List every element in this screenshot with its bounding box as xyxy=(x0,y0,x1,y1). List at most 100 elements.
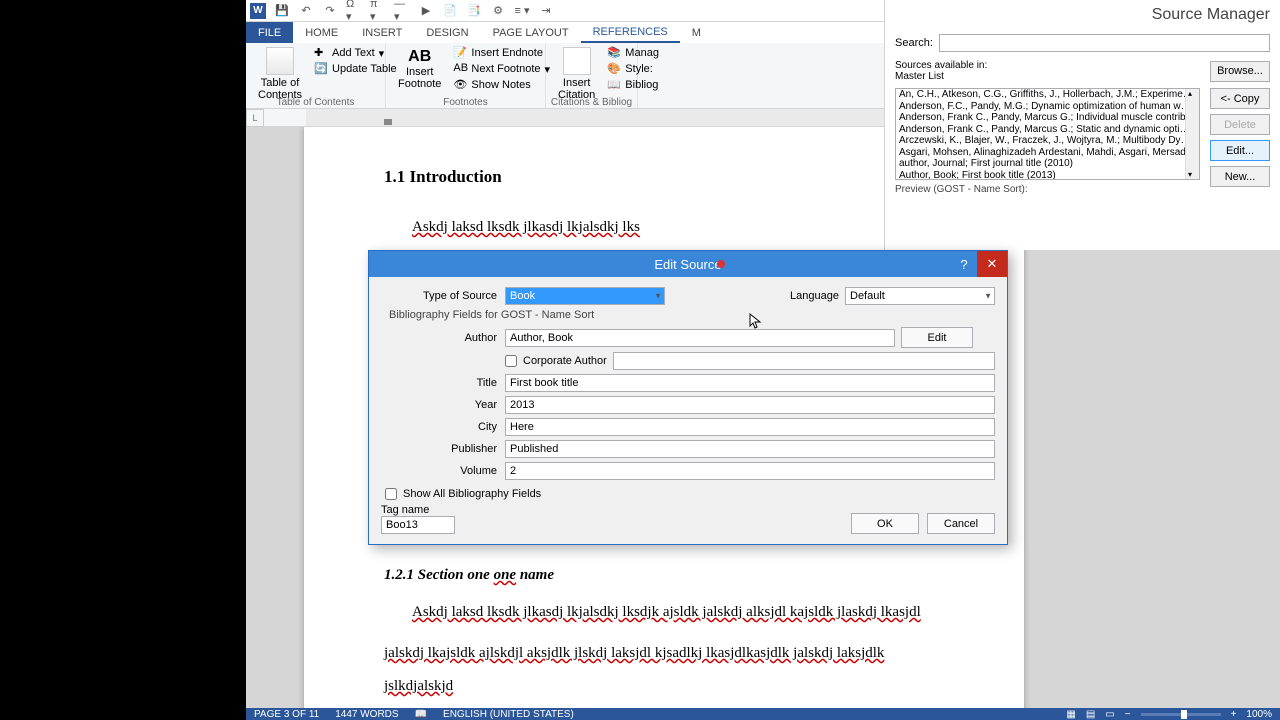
biblio-icon: 📖 xyxy=(607,78,621,92)
dialog-title-bar[interactable]: Edit Source ? ✕ xyxy=(369,251,1007,277)
style-icon: 🎨 xyxy=(607,62,621,76)
qat-doc-icon[interactable]: 📄 xyxy=(442,3,458,19)
list-item[interactable]: An, C.H., Atkeson, C.G., Griffiths, J., … xyxy=(896,89,1199,101)
qat-pi-icon[interactable]: π ▾ xyxy=(370,3,386,19)
bibliography-button[interactable]: 📖Bibliog xyxy=(605,77,661,93)
year-input[interactable] xyxy=(505,396,995,414)
undo-icon[interactable]: ↶ xyxy=(298,3,314,19)
corporate-author-checkbox[interactable] xyxy=(505,355,517,367)
recording-dot-icon xyxy=(717,260,725,268)
status-bar: PAGE 3 OF 11 1447 WORDS 📖 ENGLISH (UNITE… xyxy=(246,708,1280,720)
list-item[interactable]: Anderson, Frank C., Pandy, Marcus G.; St… xyxy=(896,124,1199,136)
tab-references[interactable]: REFERENCES xyxy=(581,22,680,43)
year-label: Year xyxy=(381,399,499,411)
edit-author-button[interactable]: Edit xyxy=(901,327,973,348)
show-all-fields-checkbox[interactable] xyxy=(385,488,397,500)
publisher-input[interactable] xyxy=(505,440,995,458)
dialog-title-text: Edit Source xyxy=(654,257,721,272)
qat-more-icon[interactable]: Ω ▾ xyxy=(346,3,362,19)
qat-sep-icon[interactable]: — ▾ xyxy=(394,3,410,19)
manage-sources-button[interactable]: 📚Manag xyxy=(605,45,661,61)
group-toc: Table of Contents ✚Add Text▾ 🔄Update Tab… xyxy=(246,43,386,108)
list-item[interactable]: Asgari, Mohsen, Alinaghizadeh Ardestani,… xyxy=(896,147,1199,159)
bibliography-fields-label: Bibliography Fields for GOST - Name Sort xyxy=(389,309,995,321)
title-input[interactable] xyxy=(505,374,995,392)
redo-icon[interactable]: ↷ xyxy=(322,3,338,19)
new-button[interactable]: New... xyxy=(1210,166,1270,187)
qat-play-icon[interactable]: ▶ xyxy=(418,3,434,19)
tag-name-input[interactable] xyxy=(381,516,455,534)
zoom-in-icon[interactable]: + xyxy=(1231,709,1237,720)
volume-input[interactable] xyxy=(505,462,995,480)
master-list-label: Master List xyxy=(895,71,987,82)
insert-citation-button[interactable]: Insert Citation xyxy=(552,45,601,103)
browse-button[interactable]: Browse... xyxy=(1210,61,1270,82)
city-input[interactable] xyxy=(505,418,995,436)
list-item[interactable]: author, Journal; First journal title (20… xyxy=(896,158,1199,170)
group-label-toc: Table of Contents xyxy=(246,97,385,108)
author-input[interactable] xyxy=(505,329,895,347)
show-all-fields-label: Show All Bibliography Fields xyxy=(403,488,541,500)
source-manager-panel: Source Manager Search: Sources available… xyxy=(884,0,1280,250)
status-language[interactable]: ENGLISH (UNITED STATES) xyxy=(443,709,574,720)
help-button[interactable]: ? xyxy=(951,251,977,277)
add-text-icon: ✚ xyxy=(314,46,328,60)
qat-cfg-icon[interactable]: ⚙ xyxy=(490,3,506,19)
show-notes-button[interactable]: 👁Show Notes xyxy=(451,77,552,93)
tab-file[interactable]: FILE xyxy=(246,22,293,43)
next-footnote-button[interactable]: ABNext Footnote▾ xyxy=(451,61,552,77)
insert-footnote-button[interactable]: AB Insert Footnote xyxy=(392,45,447,93)
tab-mailings[interactable]: M xyxy=(680,22,713,43)
view-read-icon[interactable]: ▦ xyxy=(1066,709,1075,720)
save-icon[interactable]: 💾 xyxy=(274,3,290,19)
ruler-corner: L xyxy=(246,109,264,127)
qat-doc2-icon[interactable]: 📑 xyxy=(466,3,482,19)
chevron-down-icon: ▼ xyxy=(984,292,992,301)
para-4: jalskdj lkajsldk ajlskdjl aksjdlk jlskdj… xyxy=(384,637,944,703)
status-words[interactable]: 1447 WORDS xyxy=(335,709,398,720)
edit-button[interactable]: Edit... xyxy=(1210,140,1270,161)
style-button[interactable]: 🎨Style: xyxy=(605,61,661,77)
tab-insert[interactable]: INSERT xyxy=(350,22,414,43)
list-item[interactable]: Anderson, F.C., Pandy, M.G.; Dynamic opt… xyxy=(896,101,1199,113)
group-label-fn: Footnotes xyxy=(386,97,545,108)
status-page[interactable]: PAGE 3 OF 11 xyxy=(254,709,319,720)
toc-button[interactable]: Table of Contents xyxy=(252,45,308,103)
update-icon: 🔄 xyxy=(314,62,328,76)
qat-indent-icon[interactable]: ⇥ xyxy=(538,3,554,19)
qat-lines-icon[interactable]: ≡ ▾ xyxy=(514,3,530,19)
list-item[interactable]: Arczewski, K., Blajer, W., Fraczek, J., … xyxy=(896,135,1199,147)
manage-icon: 📚 xyxy=(607,46,621,60)
tab-page-layout[interactable]: PAGE LAYOUT xyxy=(481,22,581,43)
proofing-icon[interactable]: 📖 xyxy=(415,709,427,720)
city-label: City xyxy=(381,421,499,433)
close-button[interactable]: ✕ xyxy=(977,251,1007,277)
group-label-cite: Citations & Bibliog xyxy=(546,97,637,108)
ok-button[interactable]: OK xyxy=(851,513,919,534)
corporate-author-label: Corporate Author xyxy=(523,355,607,367)
type-of-source-select[interactable]: Book▼ xyxy=(505,287,665,305)
source-list[interactable]: An, C.H., Atkeson, C.G., Griffiths, J., … xyxy=(895,88,1200,180)
heading-1-2-1: 1.2.1 Section one one name xyxy=(384,567,944,584)
list-item[interactable]: Author, Book; First book title (2013) xyxy=(896,170,1199,181)
chevron-down-icon: ▼ xyxy=(654,292,662,301)
delete-button[interactable]: Delete xyxy=(1210,114,1270,135)
zoom-slider[interactable] xyxy=(1141,713,1221,716)
copy-button[interactable]: <- Copy xyxy=(1210,88,1270,109)
volume-label: Volume xyxy=(381,465,499,477)
insert-endnote-button[interactable]: 📝Insert Endnote xyxy=(451,45,552,61)
language-select[interactable]: Default▼ xyxy=(845,287,995,305)
toc-icon xyxy=(266,47,294,75)
list-scrollbar[interactable]: ▴▾ xyxy=(1185,89,1199,179)
tab-design[interactable]: DESIGN xyxy=(414,22,480,43)
zoom-out-icon[interactable]: − xyxy=(1125,709,1131,720)
view-web-icon[interactable]: ▭ xyxy=(1105,709,1114,720)
tab-home[interactable]: HOME xyxy=(293,22,350,43)
group-citations: Insert Citation 📚Manag 🎨Style: 📖Bibliog … xyxy=(546,43,638,108)
zoom-level[interactable]: 100% xyxy=(1246,709,1272,720)
cancel-button[interactable]: Cancel xyxy=(927,513,995,534)
search-input[interactable] xyxy=(939,34,1270,52)
view-print-icon[interactable]: ▤ xyxy=(1086,709,1095,720)
corporate-author-input[interactable] xyxy=(613,352,995,370)
list-item[interactable]: Anderson, Frank C., Pandy, Marcus G.; In… xyxy=(896,112,1199,124)
